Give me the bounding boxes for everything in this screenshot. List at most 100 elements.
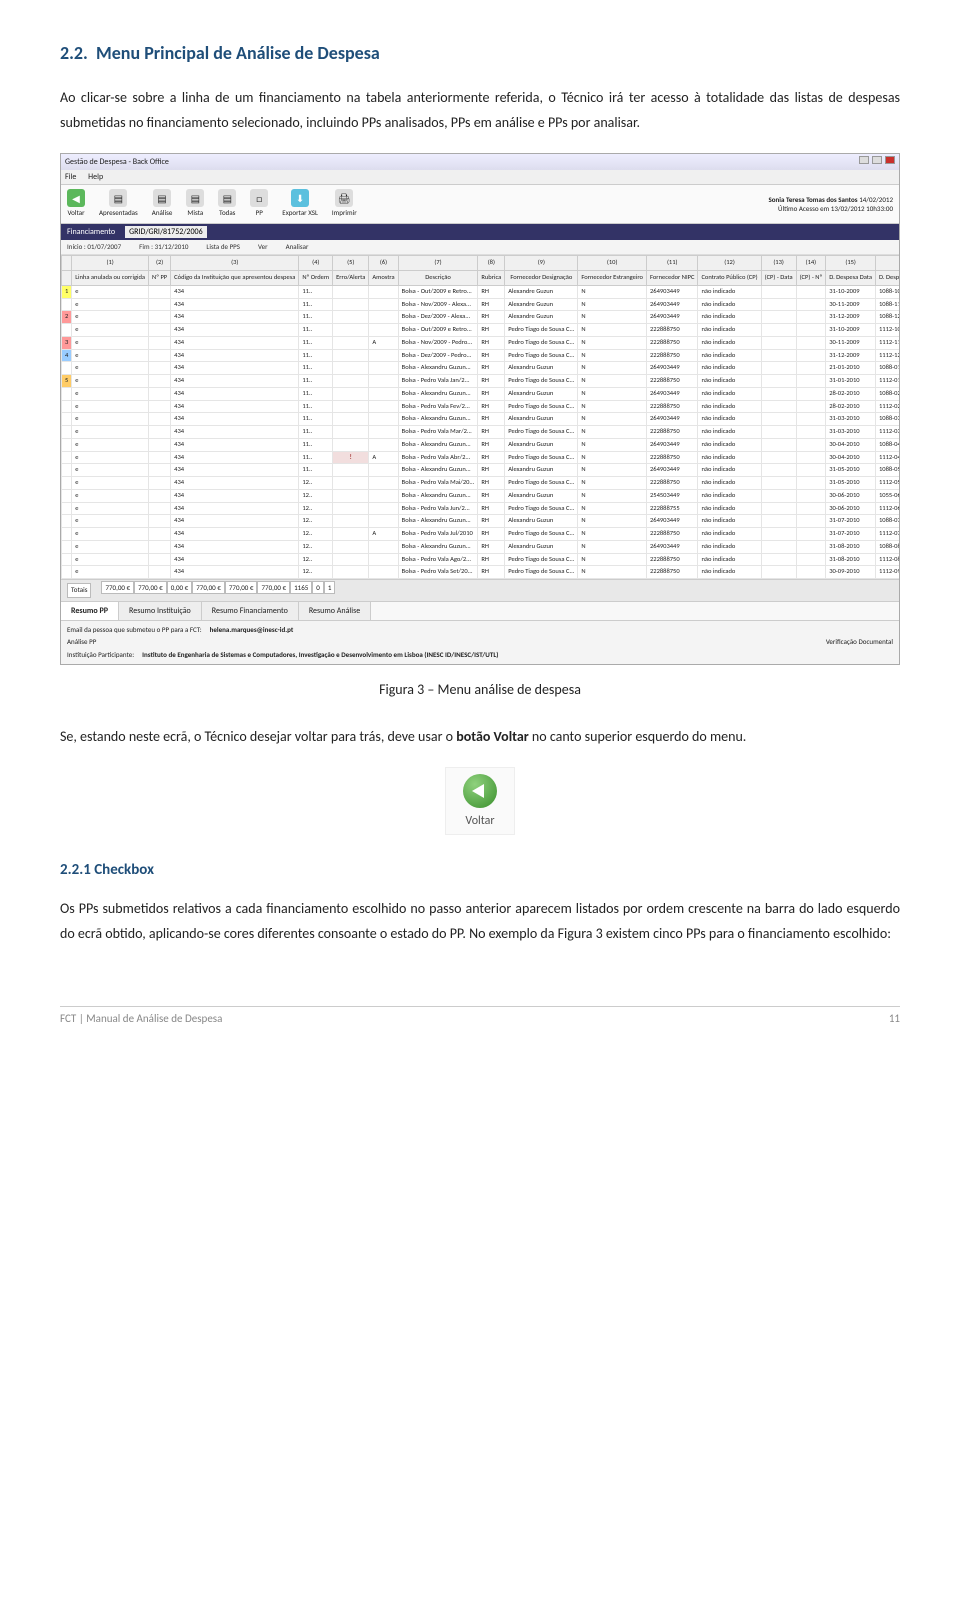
summary-value: 770,00 € [134, 581, 167, 594]
toolbar-mista[interactable]: ▤Mista [186, 189, 204, 219]
section-title-text: Menu Principal de Análise de Despesa [96, 42, 380, 64]
column-header[interactable]: Erro/Alerta [333, 271, 369, 286]
column-header[interactable]: Linha anulada ou corrigida [72, 271, 149, 286]
column-number: (1) [72, 256, 149, 271]
column-header[interactable]: Amostra [369, 271, 398, 286]
analysis-icon: ▤ [153, 189, 171, 207]
column-number: (13) [761, 256, 796, 271]
totais-label: Totais [67, 583, 91, 598]
table-row[interactable]: e43412..Bolsa - Pedro Vala Jun/2...RHPed… [62, 502, 900, 515]
column-number: (8) [478, 256, 505, 271]
footer-page-number: 11 [889, 1011, 900, 1028]
column-header[interactable]: Fornecedor Designação [505, 271, 578, 286]
table-row[interactable]: 2e43411..Bolsa - Dez/2009 - Alexa...RHAl… [62, 311, 900, 324]
table-row[interactable]: e43411..Bolsa - Nov/2009 - Alexa...RHAle… [62, 298, 900, 311]
column-header[interactable]: Fornecedor NIPC [646, 271, 697, 286]
summary-value: 0 [312, 581, 324, 594]
last-access-value: 13/02/2012 10h33:00 [831, 204, 893, 213]
column-header[interactable]: D. Despesa Data [826, 271, 876, 286]
minimize-icon[interactable] [859, 156, 869, 164]
pp-icon: □ [250, 189, 268, 207]
column-number: (6) [369, 256, 398, 271]
column-number: (2) [149, 256, 171, 271]
menu-bar: File Help [61, 170, 899, 185]
toolbar-apresentadas[interactable]: ▤Apresentadas [99, 189, 138, 219]
column-header[interactable]: Fornecedor Estrangeiro [578, 271, 647, 286]
column-header[interactable]: Nº Ordem [299, 271, 333, 286]
paragraph-1: Ao clicar-se sobre a linha de um financi… [60, 85, 900, 135]
data-grid[interactable]: (1)(2)(3)(4)(5)(6)(7)(8)(9)(10)(11)(12)(… [61, 255, 899, 579]
table-row[interactable]: e43412..Bolsa - Alexandru Guzun...RHAlex… [62, 515, 900, 528]
toolbar-imprimir[interactable]: 🖨Imprimir [332, 189, 357, 219]
data-grid-wrap: (1)(2)(3)(4)(5)(6)(7)(8)(9)(10)(11)(12)(… [61, 255, 899, 579]
column-header[interactable]: Nº PP [149, 271, 171, 286]
column-header[interactable]: (CP) - Data [761, 271, 796, 286]
user-name: Sonia Teresa Tomas dos Santos [768, 195, 857, 204]
section-number: 2.2. [60, 42, 88, 64]
close-icon[interactable] [885, 156, 895, 164]
column-header[interactable]: Descrição [398, 271, 478, 286]
toolbar-exportar[interactable]: ⬇Exportar XSL [282, 189, 318, 219]
menu-file[interactable]: File [65, 172, 76, 182]
tab-resumo-instituicao[interactable]: Resumo Instituição [119, 602, 202, 620]
table-row[interactable]: 5e43411..Bolsa - Pedro Vala Jan/2...RHPe… [62, 375, 900, 388]
table-row[interactable]: e43411..!ABolsa - Pedro Vala Abr/2...RHP… [62, 451, 900, 464]
column-header[interactable]: Rubrica [478, 271, 505, 286]
toolbar-analise[interactable]: ▤Análise [152, 189, 173, 219]
menu-help[interactable]: Help [88, 172, 103, 182]
subsection-title-text: Checkbox [94, 861, 154, 879]
tab-resumo-financiamento[interactable]: Resumo Financiamento [202, 602, 299, 620]
user-info: Sonia Teresa Tomas dos Santos 14/02/2012… [768, 195, 893, 213]
table-row[interactable]: e43411..Bolsa - Out/2009 e Retro...RHPed… [62, 324, 900, 337]
table-row[interactable]: e43412..Bolsa - Alexandru Guzun...RHAlex… [62, 540, 900, 553]
table-row[interactable]: e43411..Bolsa - Alexandru Guzun...RHAlex… [62, 438, 900, 451]
header-numbers-row: (1)(2)(3)(4)(5)(6)(7)(8)(9)(10)(11)(12)(… [62, 256, 900, 271]
column-header[interactable]: (CP) - Nº [796, 271, 826, 286]
column-number: (3) [171, 256, 299, 271]
all-icon: ▤ [218, 189, 236, 207]
column-number: (16) [876, 256, 900, 271]
email-label: Email da pessoa que submeteu o PP para a… [67, 625, 202, 636]
print-icon: 🖨 [335, 189, 353, 207]
toolbar-voltar[interactable]: ◀Voltar [67, 189, 85, 219]
instituicao-label: Instituição Participante: [67, 650, 134, 661]
window-controls[interactable] [858, 156, 895, 168]
table-row[interactable]: e43412..Bolsa - Pedro Vala Ago/2...RHPed… [62, 553, 900, 566]
tab-resumo-analise[interactable]: Resumo Análise [299, 602, 371, 620]
financing-ref: GRID/GRI/81752/2006 [125, 226, 207, 238]
column-header[interactable]: D. Despesa Número [876, 271, 900, 286]
column-header[interactable]: Código da Instituição que apresentou des… [171, 271, 299, 286]
table-row[interactable]: 3e43411..ABolsa - Nov/2009 - Pedro...RHP… [62, 336, 900, 349]
financing-bar: Financiamento GRID/GRI/81752/2006 [61, 224, 899, 240]
toolbar-pp[interactable]: □PP [250, 189, 268, 219]
table-row[interactable]: e43412..Bolsa - Pedro Vala Mai/20...RHPe… [62, 477, 900, 490]
table-row[interactable]: 4e43411..Bolsa - Dez/2009 - Pedro...RHPe… [62, 349, 900, 362]
meta-row: Início : 01/07/2007 Fim : 31/12/2010 Lis… [61, 240, 899, 256]
figure-caption: Figura 3 – Menu análise de despesa [60, 679, 900, 700]
column-header[interactable]: Contrato Público (CP) [698, 271, 761, 286]
verif-doc-label: Verificação Documental [826, 637, 893, 648]
column-number: (5) [333, 256, 369, 271]
table-row[interactable]: e43412..Bolsa - Alexandru Guzun...RHAlex… [62, 489, 900, 502]
table-row[interactable]: e43411..Bolsa - Alexandru Guzun...RHAlex… [62, 464, 900, 477]
table-row[interactable]: e43411..Bolsa - Alexandru Guzun...RHAlex… [62, 387, 900, 400]
mixed-icon: ▤ [186, 189, 204, 207]
footer-left: FCT | Manual de Análise de Despesa [60, 1011, 222, 1028]
table-row[interactable]: e43411..Bolsa - Pedro Vala Mar/2...RHPed… [62, 426, 900, 439]
maximize-icon[interactable] [872, 156, 882, 164]
column-number: (11) [646, 256, 697, 271]
table-row[interactable]: e43412..ABolsa - Pedro Vala Jul/2010RHPe… [62, 528, 900, 541]
toolbar-todas[interactable]: ▤Todas [218, 189, 236, 219]
summary-value: 1 [324, 581, 336, 594]
table-row[interactable]: e43411..Bolsa - Pedro Vala Fev/2...RHPed… [62, 400, 900, 413]
table-row[interactable]: e43411..Bolsa - Alexandru Guzun...RHAlex… [62, 413, 900, 426]
column-number: (10) [578, 256, 647, 271]
table-row[interactable]: e43412..Bolsa - Pedro Vala Set/20...RHPe… [62, 566, 900, 579]
email-value: helena.marques@inesc-id.pt [210, 625, 294, 636]
voltar-label: Voltar [446, 812, 514, 830]
table-row[interactable]: 1e43411..Bolsa - Out/2009 e Retro...RHAl… [62, 285, 900, 298]
summary-value: 1165 [290, 581, 312, 594]
tab-resumo-pp[interactable]: Resumo PP [61, 602, 119, 620]
column-number: (4) [299, 256, 333, 271]
table-row[interactable]: e43411..Bolsa - Alexandru Guzun...RHAlex… [62, 362, 900, 375]
